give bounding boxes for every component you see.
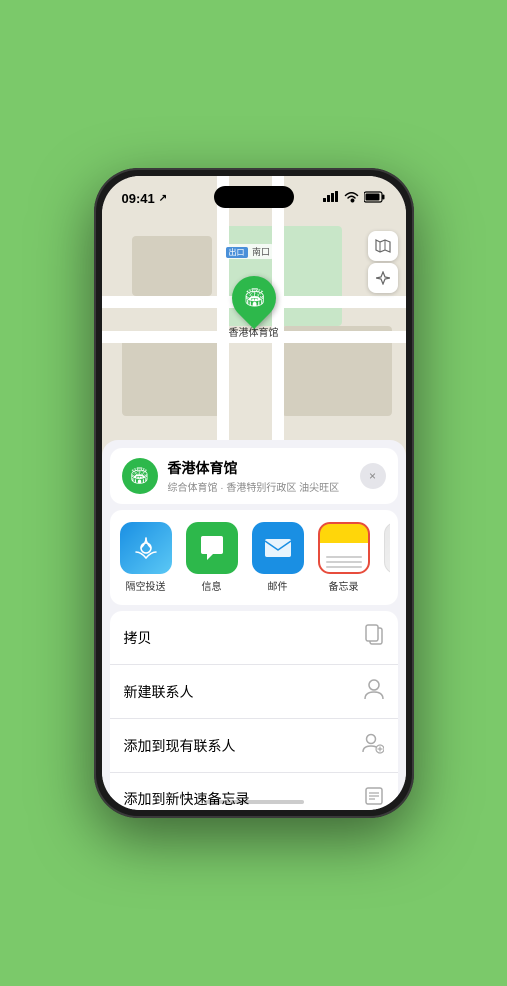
more-icon — [384, 522, 390, 574]
share-app-more[interactable]: 更多 — [382, 522, 390, 593]
home-indicator — [204, 800, 304, 804]
notes-label: 备忘录 — [329, 578, 359, 593]
battery-icon — [364, 191, 386, 206]
location-venue-icon: 🏟 — [122, 458, 158, 494]
map-label-text: 南口 — [252, 247, 270, 257]
share-app-notes[interactable]: 备忘录 — [316, 522, 372, 593]
status-icons — [323, 191, 386, 206]
time-display: 09:41 — [122, 191, 155, 206]
mail-label: 邮件 — [268, 578, 288, 593]
map-type-button[interactable] — [368, 231, 398, 261]
wifi-icon — [344, 191, 359, 206]
location-info: 香港体育馆 综合体育馆 · 香港特别行政区 油尖旺区 — [168, 458, 350, 494]
map-block — [132, 236, 212, 296]
share-app-messages[interactable]: 信息 — [184, 522, 240, 593]
bottom-sheet: 🏟 香港体育馆 综合体育馆 · 香港特别行政区 油尖旺区 × — [102, 440, 406, 810]
map-controls — [368, 231, 398, 293]
phone-frame: 09:41 ↗ — [94, 168, 414, 818]
map-entrance-label: 出口 南口 — [222, 244, 275, 259]
add-existing-label: 添加到现有联系人 — [124, 736, 236, 756]
messages-icon — [186, 522, 238, 574]
action-list: 拷贝 新建联系人 — [110, 611, 398, 810]
add-notes-icon — [364, 786, 384, 810]
location-button[interactable] — [368, 263, 398, 293]
copy-label: 拷贝 — [124, 628, 152, 648]
location-name: 香港体育馆 — [168, 458, 350, 478]
notes-line — [326, 556, 362, 558]
share-app-mail[interactable]: 邮件 — [250, 522, 306, 593]
airdrop-icon — [120, 522, 172, 574]
share-apps-row: 隔空投送 信息 — [110, 510, 398, 605]
copy-icon — [364, 624, 384, 651]
pin-symbol: 🏟 — [242, 288, 265, 309]
map-block-2 — [122, 336, 222, 416]
status-time: 09:41 ↗ — [122, 191, 168, 206]
phone-screen: 09:41 ↗ — [102, 176, 406, 810]
action-add-existing[interactable]: 添加到现有联系人 — [110, 719, 398, 773]
pin-icon: 🏟 — [222, 267, 284, 329]
share-apps-list: 隔空投送 信息 — [118, 522, 390, 593]
notes-line — [326, 566, 362, 568]
dynamic-island — [214, 186, 294, 208]
add-existing-icon — [362, 732, 384, 759]
action-add-notes[interactable]: 添加到新快速备忘录 — [110, 773, 398, 810]
close-icon: × — [369, 469, 376, 483]
notes-line — [326, 561, 362, 563]
location-subtitle: 综合体育馆 · 香港特别行政区 油尖旺区 — [168, 479, 350, 494]
location-arrow-icon: ↗ — [159, 193, 167, 204]
location-pin: 🏟 香港体育馆 — [229, 276, 279, 339]
close-button[interactable]: × — [360, 463, 386, 489]
action-copy[interactable]: 拷贝 — [110, 611, 398, 665]
airdrop-label: 隔空投送 — [126, 578, 166, 593]
signal-icon — [323, 191, 339, 205]
messages-label: 信息 — [202, 578, 222, 593]
notes-icon — [318, 522, 370, 574]
mail-icon — [252, 522, 304, 574]
location-card: 🏟 香港体育馆 综合体育馆 · 香港特别行政区 油尖旺区 × — [110, 448, 398, 504]
share-app-airdrop[interactable]: 隔空投送 — [118, 522, 174, 593]
action-new-contact[interactable]: 新建联系人 — [110, 665, 398, 719]
notes-lines — [326, 556, 362, 568]
add-notes-label: 添加到新快速备忘录 — [124, 789, 250, 809]
new-contact-label: 新建联系人 — [124, 682, 194, 702]
new-contact-icon — [364, 678, 384, 705]
